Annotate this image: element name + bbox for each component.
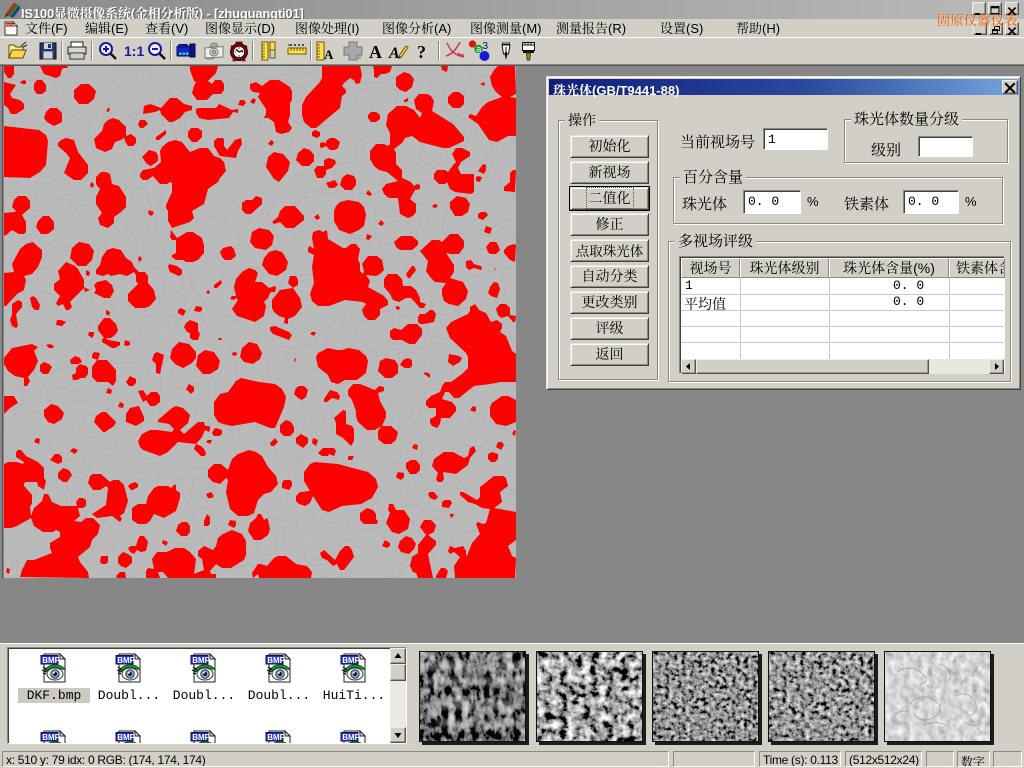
- svg-text:BMP: BMP: [42, 733, 60, 742]
- svg-text:a: a: [476, 44, 481, 54]
- svg-text:?: ?: [417, 42, 426, 62]
- svg-text:A: A: [369, 42, 382, 62]
- svg-text:BMP: BMP: [342, 733, 360, 742]
- svg-text:BMP: BMP: [42, 656, 60, 665]
- svg-text:1:1: 1:1: [124, 43, 144, 59]
- svg-text:BMP: BMP: [267, 733, 285, 742]
- svg-text:BMP: BMP: [267, 656, 285, 665]
- svg-text:A: A: [324, 47, 334, 62]
- svg-text:3: 3: [483, 41, 489, 52]
- svg-text:BMP: BMP: [342, 656, 360, 665]
- svg-text:BMP: BMP: [117, 733, 135, 742]
- svg-text:BMP: BMP: [117, 656, 135, 665]
- svg-text:BMP: BMP: [192, 656, 210, 665]
- svg-text:DOC: DOC: [6, 23, 17, 28]
- svg-text:BMP: BMP: [192, 733, 210, 742]
- svg-text:A: A: [388, 45, 400, 62]
